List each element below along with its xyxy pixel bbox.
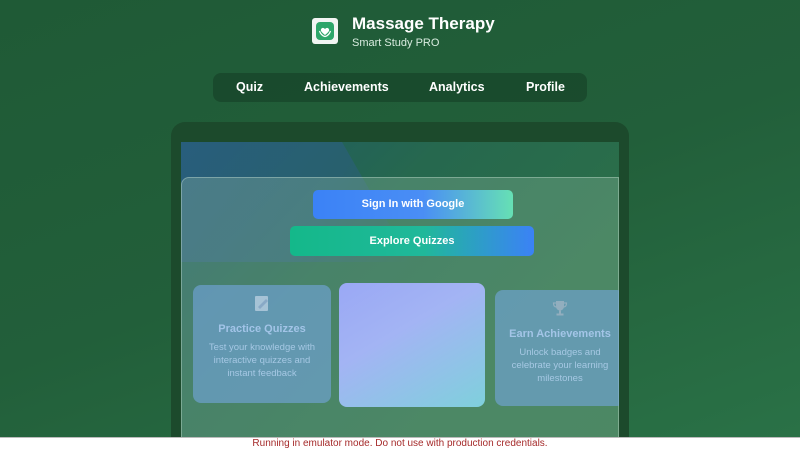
- app-header: Massage Therapy Smart Study PRO: [312, 14, 495, 50]
- explore-quizzes-button[interactable]: Explore Quizzes: [290, 226, 534, 256]
- app-title: Massage Therapy: [352, 14, 495, 33]
- nav-item-analytics[interactable]: Analytics: [429, 73, 485, 102]
- sign-in-google-button[interactable]: Sign In with Google: [313, 190, 513, 219]
- nav-item-profile[interactable]: Profile: [526, 73, 565, 102]
- hands-heart-icon: [316, 22, 334, 40]
- app-title-block: Massage Therapy Smart Study PRO: [352, 14, 495, 50]
- trophy-icon: [495, 298, 619, 322]
- emulator-warning-banner: Running in emulator mode. Do not use wit…: [0, 437, 800, 450]
- feature-description: Test your knowledge with interactive qui…: [208, 342, 316, 379]
- feature-card-highlight[interactable]: [339, 283, 485, 407]
- app-logo: [312, 18, 338, 44]
- app-subtitle: Smart Study PRO: [352, 37, 440, 49]
- hero-panel: Sign In with Google Explore Quizzes Prac…: [181, 177, 619, 450]
- feature-description: Unlock badges and celebrate your learnin…: [511, 347, 609, 384]
- device-frame: Sign In with Google Explore Quizzes Prac…: [171, 122, 629, 450]
- device-screen: Sign In with Google Explore Quizzes Prac…: [181, 142, 619, 450]
- main-nav: Quiz Achievements Analytics Profile: [213, 73, 587, 102]
- feature-card-earn-achievements[interactable]: Earn Achievements Unlock badges and cele…: [495, 290, 619, 406]
- pencil-memo-icon: [193, 293, 331, 317]
- feature-title: Practice Quizzes: [218, 323, 306, 335]
- nav-item-quiz[interactable]: Quiz: [236, 73, 263, 102]
- nav-item-achievements[interactable]: Achievements: [304, 73, 389, 102]
- feature-card-practice-quizzes[interactable]: Practice Quizzes Test your knowledge wit…: [193, 285, 331, 403]
- feature-title: Earn Achievements: [509, 328, 611, 340]
